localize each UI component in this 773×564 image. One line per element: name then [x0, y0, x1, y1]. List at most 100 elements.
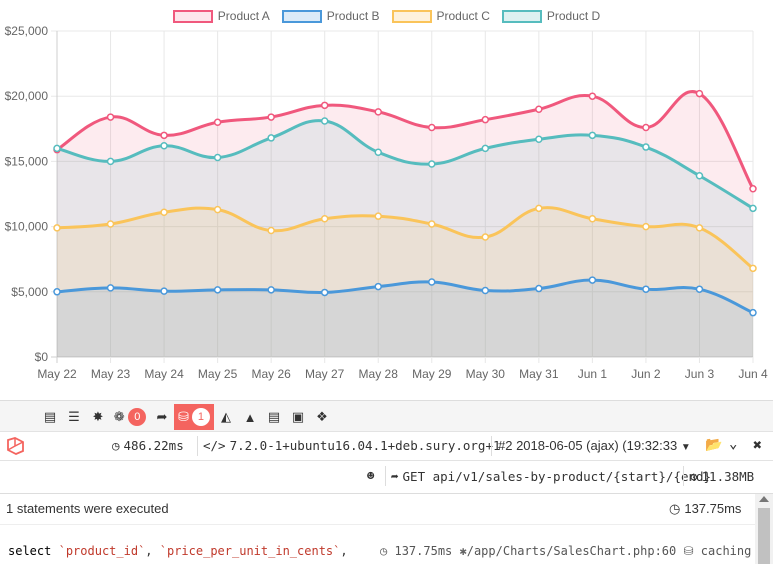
data-point [160, 287, 168, 295]
y-tick-label: $0 [35, 350, 49, 364]
timeline-icon: ☰ [68, 409, 80, 424]
minimize-icon[interactable]: ⌄ [729, 436, 737, 452]
php-version: </> 7.2.0-1+ubuntu16.04.1+deb.sury.org+1 [203, 438, 501, 453]
separator [385, 466, 386, 486]
scrollbar-thumb[interactable] [758, 508, 770, 564]
share-icon: ➦ [391, 469, 399, 484]
tab-request[interactable]: ❖ [310, 404, 334, 430]
legend-label-d: Product D [546, 9, 601, 23]
tab-views[interactable]: ❁ 0 [110, 404, 150, 430]
data-point [53, 288, 61, 296]
sql-column: `price_per_unit_in_cents` [159, 544, 341, 558]
legend-swatch-c [391, 9, 432, 23]
data-point [588, 215, 597, 223]
tab-route[interactable]: ➦ [150, 404, 174, 430]
statement-time: 137.75ms [394, 544, 453, 558]
data-point [320, 117, 329, 125]
data-point [749, 185, 757, 193]
y-tick-label: $15,000 [5, 154, 49, 168]
messages-icon: ▤ [43, 409, 57, 424]
scrollbar[interactable] [755, 494, 773, 564]
data-point [749, 264, 757, 273]
data-point [535, 135, 543, 143]
memory-display[interactable]: ⚙ 11.38MB [690, 469, 754, 484]
clock-icon: ◷ [112, 438, 120, 453]
memory-value: 11.38MB [701, 469, 755, 484]
php-version-value: 7.2.0-1+ubuntu16.04.1+deb.sury.org+1 [229, 438, 501, 453]
sql-statement-row[interactable]: select `product_id`, `price_per_unit_in_… [0, 532, 755, 564]
user-icon[interactable]: ☻ [367, 468, 375, 483]
data-point [642, 285, 650, 293]
legend-item-c[interactable]: Product C [391, 6, 490, 26]
tab-exceptions[interactable]: ✸ [86, 404, 110, 430]
legend-swatch-b [281, 9, 322, 23]
queries-summary: 1 statements were executed ◷ 137.75ms [0, 494, 755, 525]
data-point [374, 108, 382, 116]
data-point [160, 142, 168, 150]
tab-gate[interactable]: ▤ [262, 404, 286, 430]
data-point [320, 215, 329, 223]
data-point [428, 160, 436, 168]
auth-icon: ▲ [243, 409, 257, 425]
x-tick-label: May 28 [359, 367, 399, 381]
data-point [374, 282, 382, 291]
sql-text: select `product_id`, `price_per_unit_in_… [8, 544, 348, 558]
legend-label-b: Product B [326, 9, 380, 23]
clock-icon: ◷ [669, 501, 681, 516]
request-select[interactable]: #2 2018-06-05 (ajax) (19:32:33 ▼ [498, 438, 691, 453]
x-tick-label: Jun 3 [685, 367, 715, 381]
data-point [695, 171, 704, 180]
y-tick-label: $10,000 [5, 220, 49, 234]
statement-connection: caching [700, 544, 752, 558]
data-point [213, 286, 222, 294]
clock-icon: ◷ [380, 544, 388, 558]
data-point [588, 131, 597, 140]
request-route[interactable]: ➦ GET api/v1/sales-by-product/{start}/{en… [391, 469, 711, 484]
request-select-value: #2 2018-06-05 (ajax) (19:32:33 [498, 438, 678, 453]
data-point [588, 276, 597, 284]
data-point [481, 233, 490, 241]
thumbtack-icon: ✱ [459, 544, 467, 558]
duration-value: 486.22ms [123, 438, 184, 453]
chart-legend: Product A Product B Product C Product D [0, 6, 773, 26]
tab-queries[interactable]: ⛁ 1 [174, 404, 214, 430]
total-time: ◷ 137.75ms [669, 501, 741, 517]
x-tick-label: Jun 4 [738, 367, 768, 381]
tab-messages[interactable]: ▤ [38, 404, 62, 430]
data-point [374, 148, 382, 157]
total-time-value: 137.75ms [684, 501, 742, 516]
data-point [481, 286, 490, 295]
data-point [53, 144, 61, 153]
legend-item-b[interactable]: Product B [281, 6, 380, 26]
data-point [535, 284, 543, 293]
sales-chart: $0 $5,000 $10,000 $15,000 $20,000 $25,000 May … [0, 0, 773, 400]
views-badge: 0 [128, 408, 147, 426]
x-tick-label: Jun 2 [631, 367, 661, 381]
tab-auth[interactable]: ▲ [238, 404, 262, 430]
legend-item-d[interactable]: Product D [501, 6, 601, 26]
tab-timeline[interactable]: ☰ [62, 404, 86, 430]
scroll-up-arrow[interactable] [759, 496, 769, 502]
laravel-logo-icon [7, 437, 24, 455]
data-point [267, 286, 275, 294]
data-point [213, 118, 222, 127]
request-route-value: GET api/v1/sales-by-product/{start}/{end… [402, 469, 712, 484]
close-icon[interactable]: ✖ [753, 436, 762, 454]
duration-display[interactable]: ◷ 486.22ms [112, 438, 184, 453]
data-point [588, 92, 597, 100]
data-point [160, 131, 168, 140]
gate-icon: ▤ [267, 409, 281, 424]
separator [683, 466, 684, 486]
tab-session[interactable]: ▣ [286, 404, 310, 430]
queries-icon: ⛁ [178, 409, 189, 424]
x-tick-label: May 31 [519, 367, 559, 381]
legend-item-a[interactable]: Product A [172, 6, 270, 26]
data-point [320, 288, 329, 297]
data-point [428, 220, 436, 228]
data-point [267, 134, 275, 142]
tab-mails[interactable]: ◭ [214, 404, 238, 430]
x-tick-label: May 25 [198, 367, 238, 381]
open-folder-icon[interactable]: 📂 [705, 437, 722, 453]
data-point [428, 278, 436, 286]
debugbar-request-row: ☻ ➦ GET api/v1/sales-by-product/{start}/{… [0, 460, 773, 493]
